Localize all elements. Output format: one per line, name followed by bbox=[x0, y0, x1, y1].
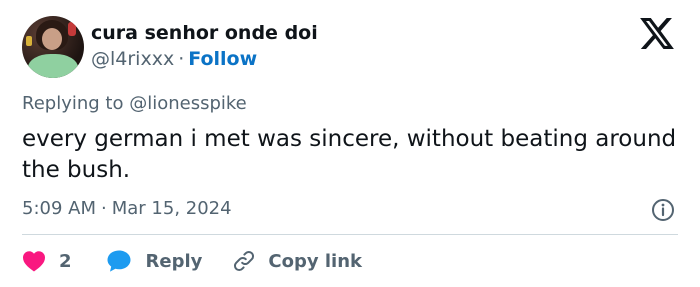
tweet-text: every german i met was sincere, without … bbox=[22, 126, 677, 183]
follow-button[interactable]: Follow bbox=[188, 48, 257, 70]
author-handle-row: @l4rixxx · Follow bbox=[91, 48, 257, 70]
info-icon[interactable] bbox=[651, 198, 675, 222]
replying-to-prefix: Replying to bbox=[22, 93, 124, 114]
avatar-background-light bbox=[68, 22, 76, 36]
x-logo-icon[interactable] bbox=[640, 18, 674, 49]
copy-link-button[interactable]: Copy link bbox=[232, 249, 362, 273]
author-handle[interactable]: @l4rixxx bbox=[91, 48, 174, 70]
tweet-time: 5:09 AM bbox=[22, 198, 96, 219]
heart-icon bbox=[23, 251, 45, 272]
divider bbox=[22, 234, 678, 235]
link-icon bbox=[234, 250, 255, 272]
like-button[interactable]: 2 bbox=[22, 250, 72, 272]
reply-button[interactable]: Reply bbox=[106, 249, 203, 273]
avatar-background-light bbox=[26, 36, 32, 46]
replying-to: Replying to @lionesspike bbox=[22, 93, 247, 114]
tweet-actions: 2 Reply Copy link bbox=[22, 246, 362, 276]
copy-link-label: Copy link bbox=[268, 250, 362, 272]
avatar-shirt bbox=[28, 54, 78, 78]
separator-dot: · bbox=[101, 198, 107, 219]
reply-label: Reply bbox=[145, 250, 203, 272]
speech-bubble-icon bbox=[107, 250, 131, 272]
author-avatar[interactable] bbox=[22, 16, 84, 78]
like-count: 2 bbox=[59, 250, 72, 272]
replying-to-mention[interactable]: @lionesspike bbox=[129, 93, 247, 114]
tweet-date: Mar 15, 2024 bbox=[111, 198, 232, 219]
separator-dot: · bbox=[178, 48, 185, 70]
tweet-timestamp[interactable]: 5:09 AM · Mar 15, 2024 bbox=[22, 198, 232, 219]
author-display-name[interactable]: cura senhor onde doi bbox=[91, 22, 318, 44]
avatar-face bbox=[42, 28, 62, 50]
